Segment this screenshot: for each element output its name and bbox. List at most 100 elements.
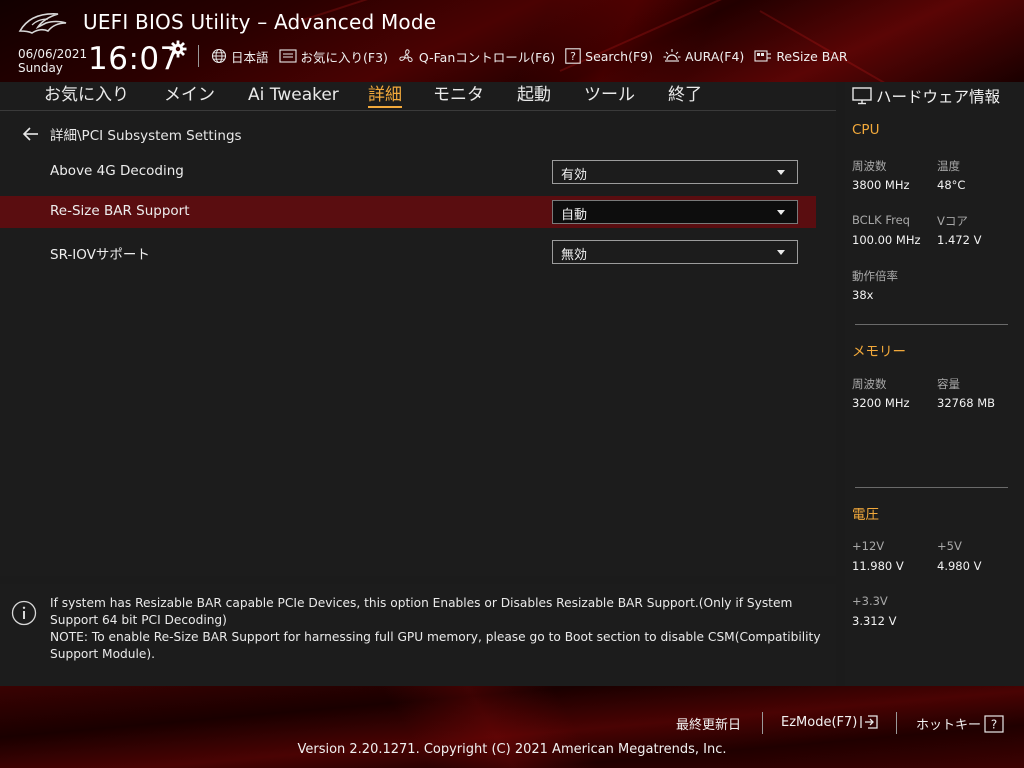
setting-row-resize-bar-support[interactable]: Re-Size BAR Support 自動	[0, 196, 816, 228]
resize-bar-support-select[interactable]: 自動	[552, 200, 798, 224]
footer-bar: 最終更新日 EzMode(F7) ホットキー ? Version 2.20.12…	[0, 686, 1024, 768]
gear-icon[interactable]	[169, 40, 187, 58]
voltage-section-title: 電圧	[852, 507, 879, 523]
breadcrumb: 詳細\PCI Subsystem Settings	[22, 124, 242, 144]
vcore-label: Vコア	[937, 214, 968, 228]
footer-divider	[762, 712, 763, 734]
menu-tabs: お気に入り メイン Ai Tweaker 詳細 モニタ 起動 ツール 終了	[0, 82, 836, 110]
main-panel: お気に入り メイン Ai Tweaker 詳細 モニタ 起動 ツール 終了 詳細…	[0, 82, 836, 576]
ratio-label: 動作倍率	[852, 269, 898, 283]
hotkeys-label: ホットキー	[916, 718, 982, 733]
bclk-value: 100.00 MHz	[852, 233, 921, 247]
ezmode-label: EzMode(F7)	[781, 714, 858, 730]
fan-icon	[399, 48, 413, 62]
hardware-info-panel: ハードウェア情報 CPU 周波数 温度 3800 MHz 48°C BCLK F…	[845, 82, 1024, 686]
svg-text:?: ?	[991, 717, 997, 731]
info-icon	[11, 600, 37, 626]
date-display: 06/06/2021 Sunday	[18, 47, 87, 75]
ezmode-button[interactable]: EzMode(F7)	[781, 714, 879, 730]
memory-section-title: メモリー	[852, 344, 906, 360]
memory-freq-value: 3200 MHz	[852, 396, 910, 410]
v5-value: 4.980 V	[937, 559, 982, 573]
sr-iov-support-select[interactable]: 無効	[552, 240, 798, 264]
day-text: Sunday	[18, 61, 63, 75]
setting-row-sr-iov-support[interactable]: SR-IOVサポート 無効	[0, 236, 816, 268]
tab-favorites[interactable]: お気に入り	[44, 82, 129, 110]
search-button[interactable]: ? Search(F9)	[565, 48, 653, 64]
dropdown-value: 有効	[561, 168, 588, 183]
help-text: If system has Resizable BAR capable PCIe…	[50, 595, 822, 663]
dropdown-value: 無効	[561, 248, 588, 263]
setting-label: Above 4G Decoding	[50, 163, 184, 179]
aura-button[interactable]: AURA(F4)	[663, 48, 744, 64]
rog-logo-icon	[18, 13, 67, 34]
help-panel: If system has Resizable BAR capable PCIe…	[0, 584, 836, 686]
chevron-down-icon	[777, 250, 785, 255]
above-4g-decoding-select[interactable]: 有効	[552, 160, 798, 184]
search-label: Search(F9)	[585, 48, 653, 64]
tab-tool[interactable]: ツール	[584, 82, 635, 110]
clock-time: 16:07	[88, 41, 180, 77]
version-text: Version 2.20.1271. Copyright (C) 2021 Am…	[297, 742, 727, 757]
hardware-info-title: ハードウェア情報	[852, 85, 1000, 107]
v12-label: +12V	[852, 539, 885, 553]
tab-advanced[interactable]: 詳細	[368, 82, 402, 110]
favorites-icon	[278, 49, 297, 63]
last-modified-button[interactable]: 最終更新日	[676, 714, 741, 733]
header-bar: UEFI BIOS Utility – Advanced Mode 06/06/…	[0, 0, 1024, 82]
cpu-temp-value: 48°C	[937, 178, 966, 192]
back-arrow-icon[interactable]	[22, 127, 40, 141]
help-box-icon: ?	[984, 714, 1004, 733]
globe-icon	[211, 48, 227, 64]
tab-divider	[0, 110, 836, 111]
v33-label: +3.3V	[852, 594, 888, 608]
help-box-icon: ?	[565, 48, 581, 64]
cpu-temp-label: 温度	[937, 159, 960, 173]
qfan-control-button[interactable]: Q-Fanコントロール(F6)	[398, 47, 555, 66]
chevron-down-icon	[777, 170, 785, 175]
language-button[interactable]: 日本語	[211, 47, 269, 66]
tab-exit[interactable]: 終了	[668, 82, 702, 110]
help-description: If system has Resizable BAR capable PCIe…	[50, 596, 793, 627]
bclk-label: BCLK Freq	[852, 213, 910, 227]
setting-label: Re-Size BAR Support	[50, 203, 190, 219]
vcore-value: 1.472 V	[937, 233, 982, 247]
toolbar-divider	[198, 45, 199, 67]
page-title: UEFI BIOS Utility – Advanced Mode	[83, 10, 437, 34]
exit-to-ezmode-icon	[860, 715, 879, 729]
help-note: NOTE: To enable Re-Size BAR Support for …	[50, 630, 821, 661]
hotkeys-button[interactable]: ホットキー ?	[916, 714, 1004, 733]
memory-capacity-value: 32768 MB	[937, 396, 996, 410]
favorites-button[interactable]: お気に入り(F3)	[278, 47, 388, 66]
footer-divider	[896, 712, 897, 734]
tab-boot[interactable]: 起動	[517, 82, 551, 110]
memory-freq-label: 周波数	[852, 377, 887, 391]
tab-ai-tweaker[interactable]: Ai Tweaker	[248, 82, 339, 110]
favorites-label: お気に入り(F3)	[300, 49, 388, 65]
hardware-info-label: ハードウェア情報	[876, 88, 1001, 106]
cpu-freq-value: 3800 MHz	[852, 178, 910, 192]
cpu-freq-label: 周波数	[852, 159, 887, 173]
language-label: 日本語	[231, 49, 269, 65]
setting-row-above-4g-decoding[interactable]: Above 4G Decoding 有効	[0, 156, 816, 188]
aura-icon	[663, 49, 681, 62]
resize-bar-button[interactable]: ReSize BAR	[754, 48, 848, 64]
aura-label: AURA(F4)	[684, 48, 745, 64]
resize-bar-icon	[754, 50, 772, 62]
v33-value: 3.312 V	[852, 614, 897, 628]
section-divider	[855, 487, 1008, 488]
chevron-down-icon	[777, 210, 785, 215]
tab-main[interactable]: メイン	[164, 82, 215, 110]
dropdown-value: 自動	[561, 208, 588, 223]
tab-monitor[interactable]: モニタ	[433, 82, 484, 110]
date-text: 06/06/2021	[18, 47, 88, 61]
svg-text:?: ?	[570, 50, 576, 63]
ratio-value: 38x	[852, 288, 874, 302]
v12-value: 11.980 V	[852, 559, 904, 573]
monitor-icon	[852, 87, 872, 105]
toolbar: 日本語 お気に入り(F3) Q-Fanコントロール(F6) ? Search(F…	[198, 45, 858, 67]
breadcrumb-path: 詳細\PCI Subsystem Settings	[50, 128, 242, 144]
v5-label: +5V	[937, 539, 962, 553]
resize-bar-label: ReSize BAR	[776, 48, 848, 64]
section-divider	[855, 324, 1008, 325]
